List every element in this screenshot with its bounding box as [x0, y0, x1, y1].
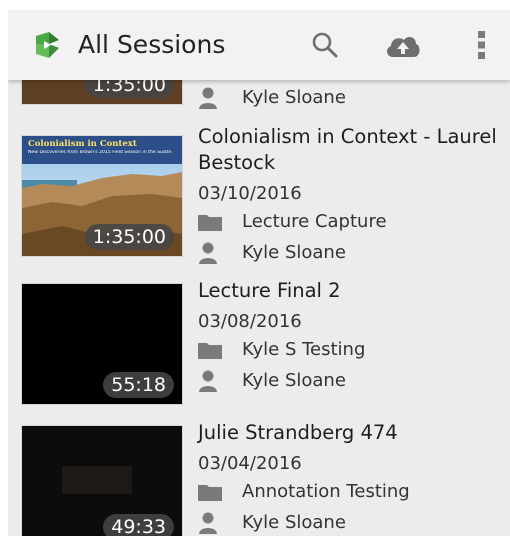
folder-icon [198, 211, 226, 233]
duration-badge: 55:18 [103, 372, 174, 398]
session-owner: Kyle Sloane [198, 507, 498, 536]
folder-name: Annotation Testing [242, 481, 410, 502]
session-thumbnail[interactable]: Colonialism in Context New Discoveries f… [22, 136, 182, 256]
panopto-logo-icon [36, 32, 59, 58]
owner-name: Kyle Sloane [242, 512, 346, 533]
person-icon [198, 242, 226, 264]
session-folder: Annotation Testing [198, 476, 498, 507]
phone-screen: 1:35:00 Kyle Sloane Colonialism in Conte… [8, 10, 510, 536]
person-icon [198, 512, 226, 534]
owner-name: Kyle Sloane [242, 87, 346, 108]
session-thumbnail[interactable]: 55:18 [22, 284, 182, 404]
session-row[interactable]: 49:33 Julie Strandberg 474 03/04/2016 An… [8, 412, 510, 536]
session-title: Colonialism in Context - Laurel Bestock [198, 125, 497, 174]
session-title: Lecture Final 2 [198, 279, 341, 302]
session-row[interactable]: 55:18 Lecture Final 2 03/08/2016 Kyle S … [8, 270, 510, 410]
session-owner: Kyle Sloane [198, 237, 498, 268]
folder-icon [198, 339, 226, 361]
more-vert-icon [478, 31, 485, 59]
page-title: All Sessions [78, 30, 226, 59]
app-bar: All Sessions [8, 10, 510, 80]
session-title: Julie Strandberg 474 [198, 421, 398, 444]
session-row[interactable]: Colonialism in Context New Discoveries f… [8, 122, 510, 264]
owner-name: Kyle Sloane [242, 370, 346, 391]
session-list[interactable]: 1:35:00 Kyle Sloane Colonialism in Conte… [8, 10, 510, 536]
session-date: 03/04/2016 [198, 453, 302, 474]
session-thumbnail[interactable]: 49:33 [22, 426, 182, 536]
search-button[interactable] [308, 28, 342, 62]
session-folder: Kyle S Testing [198, 334, 498, 365]
folder-icon [198, 481, 226, 503]
session-date: 03/10/2016 [198, 183, 302, 204]
duration-badge: 1:35:00 [84, 224, 174, 250]
session-folder: Lecture Capture [198, 206, 498, 237]
person-icon [198, 370, 226, 392]
cloud-upload-icon [387, 36, 420, 57]
owner-name: Kyle Sloane [242, 242, 346, 263]
session-owner: Kyle Sloane [198, 82, 346, 113]
session-date: 03/08/2016 [198, 311, 302, 332]
folder-name: Kyle S Testing [242, 339, 366, 360]
more-options-button[interactable] [470, 28, 494, 62]
folder-name: Lecture Capture [242, 211, 387, 232]
thumbnail-heading: Colonialism in Context [28, 139, 137, 149]
person-icon [198, 87, 226, 109]
session-owner: Kyle Sloane [198, 365, 498, 396]
thumbnail-subheading: New Discoveries from Brown's 2015 Field … [28, 150, 172, 155]
search-icon [312, 32, 338, 58]
duration-badge: 49:33 [103, 514, 174, 536]
upload-button[interactable] [383, 28, 423, 62]
